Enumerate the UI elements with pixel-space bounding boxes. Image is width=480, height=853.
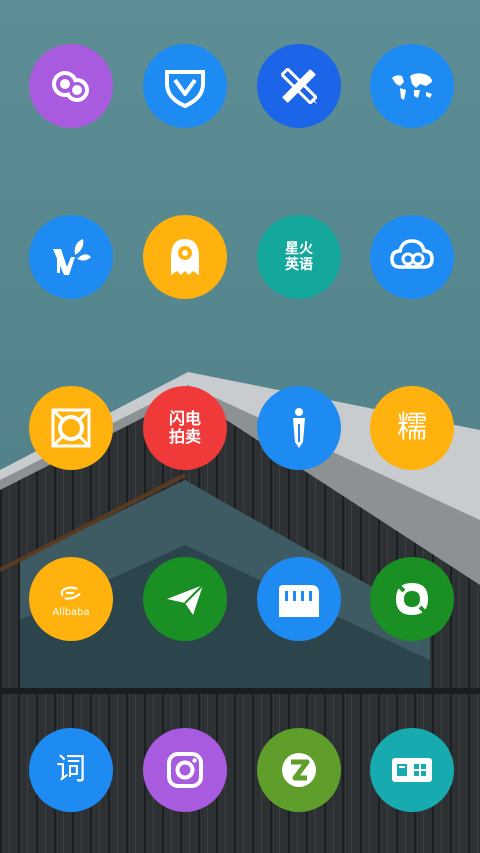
ghost-icon: [171, 239, 199, 275]
app-icon-map-card[interactable]: [370, 728, 454, 812]
bus-icon: [279, 585, 319, 617]
app-icon-instagram[interactable]: [143, 728, 227, 812]
frame-icon: [51, 408, 91, 448]
map-card-icon: [392, 758, 432, 782]
shield-check-icon: [165, 70, 205, 109]
alibaba-logo-icon: [60, 586, 81, 600]
app-grid: 星火 英语 闪电 拍卖 糯 Alibaba 词: [0, 0, 480, 853]
app-icon-paper-plane[interactable]: [143, 557, 227, 641]
app-icon-text: 糯: [397, 409, 427, 445]
app-icon-bus[interactable]: [257, 557, 341, 641]
app-icon-ci-words[interactable]: 词: [29, 728, 113, 812]
app-icon-frame[interactable]: [29, 386, 113, 470]
chat-heads-icon: [52, 71, 89, 102]
app-icon-shandian-auction[interactable]: 闪电 拍卖: [143, 386, 227, 470]
app-icon-xinghuo-english[interactable]: 星火 英语: [257, 215, 341, 299]
app-icon-text: 词: [56, 751, 86, 787]
app-icon-v-leaf[interactable]: [29, 215, 113, 299]
z-logo-icon: [282, 753, 316, 787]
app-icon-text: 闪电 拍卖: [168, 408, 201, 446]
app-icon-label: Alibaba: [52, 607, 90, 619]
pen-nib-icon: [293, 408, 305, 448]
app-icon-cloud[interactable]: [370, 215, 454, 299]
app-icon-world-map[interactable]: [370, 44, 454, 128]
app-icon-text: 星火 英语: [285, 240, 313, 273]
app-icon-pencil-ruler[interactable]: [257, 44, 341, 128]
app-icon-nuo[interactable]: 糯: [370, 386, 454, 470]
paper-plane-icon: [167, 584, 204, 615]
app-icon-ghost[interactable]: [143, 215, 227, 299]
app-icon-pen-nib[interactable]: [257, 386, 341, 470]
pencil-ruler-icon: [280, 67, 318, 105]
cloud-icon: [390, 239, 434, 269]
ring-icon: [394, 581, 430, 617]
app-icon-ring[interactable]: [370, 557, 454, 641]
instagram-icon: [167, 752, 203, 788]
app-icon-chat-heads[interactable]: [29, 44, 113, 128]
app-icon-alibaba[interactable]: Alibaba: [29, 557, 113, 641]
v-leaf-icon: [53, 239, 91, 275]
app-icon-z-logo[interactable]: [257, 728, 341, 812]
app-icon-shield[interactable]: [143, 44, 227, 128]
world-map-icon: [392, 73, 432, 100]
